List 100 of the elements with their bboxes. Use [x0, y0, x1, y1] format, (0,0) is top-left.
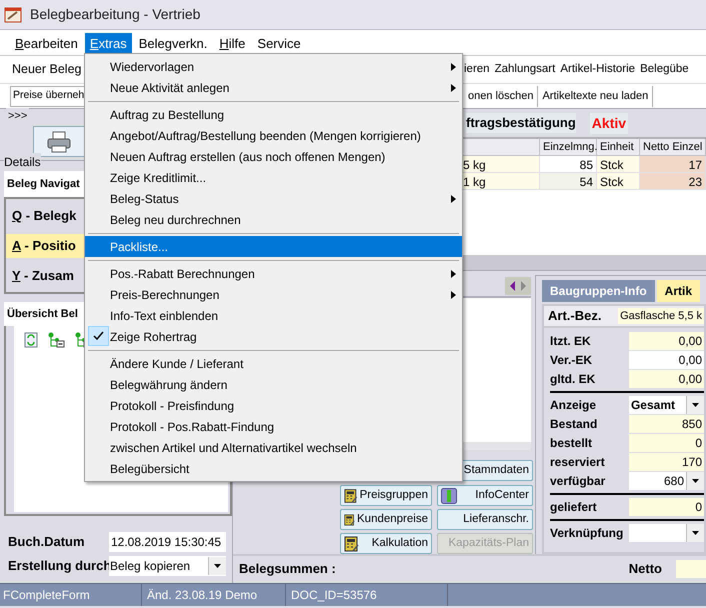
printer-icon: [46, 130, 72, 152]
menu-item[interactable]: Info-Text einblenden: [85, 305, 462, 326]
column-header[interactable]: Einheit: [597, 139, 640, 155]
menu-item[interactable]: zwischen Artikel und Alternativartikel wechseln: [85, 437, 462, 458]
nav-arrows-icon[interactable]: [505, 276, 531, 294]
field-label: Netto: [628, 560, 662, 578]
value-field[interactable]: 0,00: [628, 370, 704, 388]
toolbar-button[interactable]: Belegübe: [640, 60, 689, 78]
dropdown-value: Beleg kopieren: [109, 558, 192, 575]
value-field[interactable]: 0,00: [628, 351, 704, 369]
caret-icon: [213, 563, 222, 569]
menu-item[interactable]: Pos.-Rabatt Berechnungen: [85, 263, 462, 284]
dropdown-field[interactable]: 680: [628, 472, 704, 490]
field-label: Verknüpfung: [550, 525, 624, 542]
submenu-arrow-icon: [451, 194, 456, 202]
document-status: Aktiv: [590, 112, 628, 134]
toolbar-button[interactable]: Artikel-Historie: [560, 60, 636, 78]
menu-bar-item[interactable]: Service: [252, 33, 306, 55]
app-icon: [4, 6, 22, 24]
submenu-arrow-icon: [451, 270, 456, 278]
field-label: ltzt. EK: [550, 333, 592, 350]
caret-icon: [691, 530, 700, 536]
field-label: Art.-Bez.: [548, 307, 602, 326]
action-button[interactable]: InfoCenter: [437, 485, 533, 506]
menu-bar-item[interactable]: Bearbeiten: [10, 33, 83, 55]
status-bar-panel: Änd. 23.08.19 Demo: [144, 584, 286, 606]
menu-item[interactable]: Neue Aktivität anlegen: [85, 77, 462, 98]
column-header[interactable]: Einzelmng.: [540, 139, 597, 155]
action-button[interactable]: Lieferanschr.: [437, 509, 533, 530]
article-name-field[interactable]: Gasflasche 5,5 k: [618, 308, 704, 324]
field-label: Anzeige: [550, 397, 598, 414]
menu-bar-item[interactable]: Extras: [84, 33, 132, 55]
refresh-icon[interactable]: [24, 332, 38, 348]
caret-icon: [691, 478, 700, 484]
value-field[interactable]: 0: [628, 498, 704, 516]
toolbar-button[interactable]: Artikeltexte neu laden: [538, 86, 654, 106]
window-title: Belegbearbeitung - Vertrieb: [30, 5, 200, 24]
dropdown-button[interactable]: [686, 396, 704, 414]
action-button[interactable]: Kundenpreise: [340, 509, 432, 530]
field-label: bestellt: [550, 435, 594, 452]
toolbar-button[interactable]: Neuer Beleg: [12, 60, 82, 79]
info-icon: [441, 488, 457, 504]
dropdown-field[interactable]: Beleg kopieren: [109, 556, 226, 576]
menu-item[interactable]: Zeige Rohertrag: [85, 326, 462, 347]
field-label: verfügbar: [550, 473, 606, 490]
action-button[interactable]: Preisgruppen: [340, 485, 432, 506]
dropdown-field[interactable]: [628, 524, 704, 542]
menu-item[interactable]: Protokoll - Pos.Rabatt-Findung: [85, 416, 462, 437]
field-label: Ver.-EK: [550, 352, 594, 369]
totals-label: Belegsummen :: [239, 560, 336, 578]
value-field[interactable]: 170: [628, 453, 704, 471]
menu-item[interactable]: Beleg-Status: [85, 188, 462, 209]
value-field[interactable]: 850: [628, 415, 704, 433]
print-button[interactable]: [33, 126, 85, 157]
nav-item[interactable]: Q - Belegk: [11, 206, 76, 226]
nav-item[interactable]: Y - Zusam: [11, 266, 74, 286]
field-label: Buch.Datum: [8, 533, 86, 552]
document-type: ftragsbestätigung: [466, 113, 576, 133]
menu-item[interactable]: Belegwährung ändern: [85, 374, 462, 395]
calculator-icon: [344, 536, 359, 552]
menu-item[interactable]: Angebot/Auftrag/Bestellung beenden (Mengen korrigieren): [85, 125, 462, 146]
column-header[interactable]: Netto Einzel: [640, 139, 706, 155]
menu-item[interactable]: Beleg neu durchrechnen: [85, 209, 462, 230]
menu-item[interactable]: Wiedervorlagen: [85, 56, 462, 77]
value-field[interactable]: 0: [628, 434, 704, 452]
table-cell: Stck: [597, 173, 640, 189]
field-label: reserviert: [550, 454, 606, 471]
calculator-icon: [344, 488, 358, 504]
dropdown-field[interactable]: Gesamt: [628, 396, 704, 414]
menu-bar-item[interactable]: Hilfe: [214, 33, 250, 55]
dropdown-button[interactable]: [208, 557, 226, 575]
tree-collapse-icon[interactable]: [48, 332, 65, 348]
field-label: geliefert: [550, 499, 598, 516]
menu-bar-item[interactable]: Belegverkn.: [134, 33, 212, 55]
menu-item[interactable]: Packliste...: [85, 236, 462, 257]
toolbar-button[interactable]: onen löschen: [464, 86, 538, 106]
checkmark-icon: [88, 326, 109, 346]
toolbar-button[interactable]: Zahlungsart: [494, 60, 556, 78]
submenu-arrow-icon: [451, 84, 456, 92]
date-field[interactable]: 12.08.2019 15:30:45: [109, 532, 226, 552]
menu-item[interactable]: Auftrag zu Bestellung: [85, 104, 462, 125]
menu-item[interactable]: Ändere Kunde / Lieferant: [85, 353, 462, 374]
field-label: gltd. EK: [550, 371, 596, 388]
submenu-arrow-icon: [451, 62, 456, 70]
table-cell: Stck: [597, 156, 640, 172]
toolbar-button[interactable]: ieren: [464, 60, 490, 78]
caret-icon: [691, 402, 700, 408]
dropdown-button[interactable]: [686, 524, 704, 542]
menu-item[interactable]: Preis-Berechnungen: [85, 284, 462, 305]
submenu-arrow-icon: [451, 290, 456, 298]
dropdown-button[interactable]: [686, 472, 704, 490]
field-label: Bestand: [550, 416, 598, 433]
table-cell: 17: [640, 156, 706, 172]
calculator-icon: [344, 512, 356, 528]
action-button[interactable]: Kalkulation: [340, 533, 432, 554]
netto-field[interactable]: [676, 560, 706, 578]
info-tab[interactable]: Artik: [656, 280, 700, 302]
menu-item[interactable]: Protokoll - Preisfindung: [85, 395, 462, 416]
value-field[interactable]: 0,00: [628, 332, 704, 350]
table-cell: 54: [540, 173, 597, 189]
